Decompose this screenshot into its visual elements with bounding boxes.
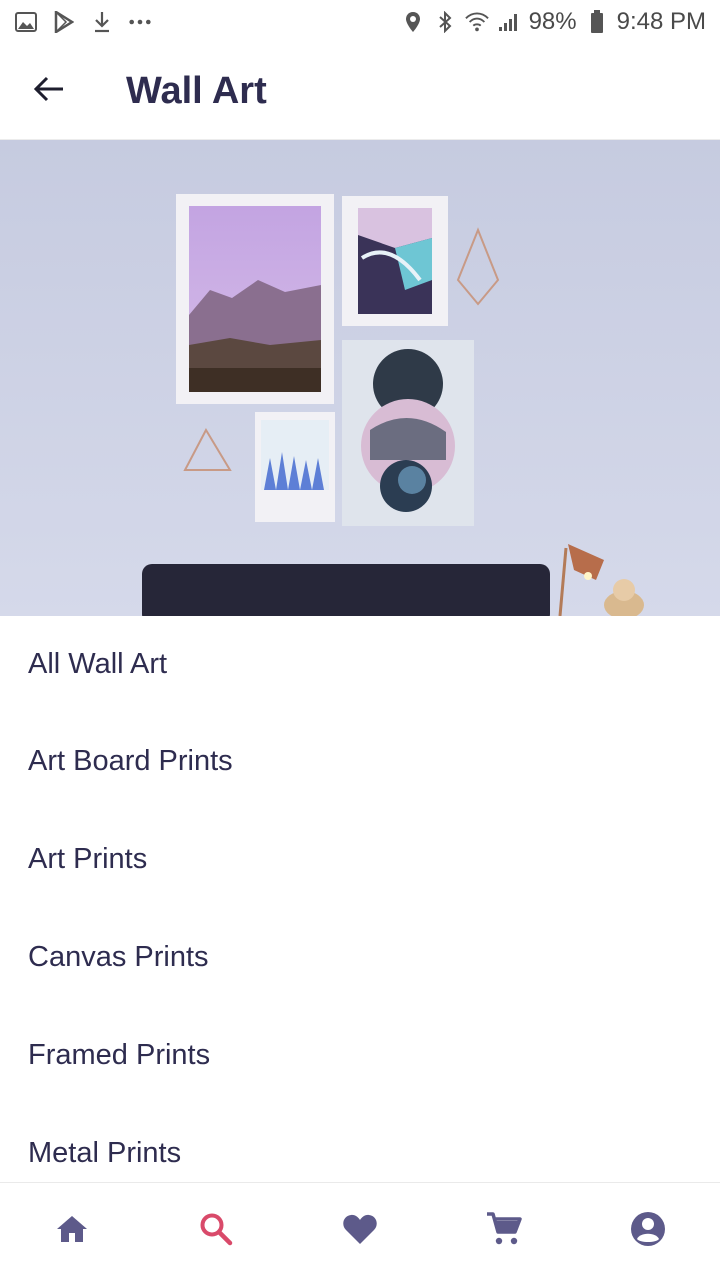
status-bar-left [14,10,152,34]
account-icon [630,1211,666,1252]
battery-percent: 98% [528,8,577,35]
category-list: All Wall Art Art Board Prints Art Prints… [0,616,720,1202]
category-item-art-board-prints[interactable]: Art Board Prints [0,712,720,810]
page-title: Wall Art [126,70,267,112]
category-item-all-wall-art[interactable]: All Wall Art [0,616,720,712]
image-icon [14,10,38,34]
download-icon [90,10,114,34]
nav-home-button[interactable] [24,1184,120,1280]
category-item-canvas-prints[interactable]: Canvas Prints [0,908,720,1006]
search-icon [199,1212,233,1251]
more-dots-icon [128,10,152,34]
home-icon [55,1214,89,1249]
hero-image [0,140,720,616]
app-bar: Wall Art [0,44,720,140]
bluetooth-icon [433,10,457,34]
nav-search-button[interactable] [168,1184,264,1280]
nav-favorites-button[interactable] [312,1184,408,1280]
play-store-icon [52,10,76,34]
battery-icon [585,10,609,34]
bottom-nav [0,1182,720,1280]
status-bar: 98% 9:48 PM [0,0,720,44]
signal-icon [497,10,521,34]
heart-icon [342,1213,378,1250]
location-icon [401,10,425,34]
clock: 9:48 PM [616,8,706,35]
back-button[interactable] [0,44,98,140]
category-item-framed-prints[interactable]: Framed Prints [0,1006,720,1104]
arrow-left-icon [33,75,65,108]
wifi-icon [464,10,489,34]
nav-account-button[interactable] [600,1184,696,1280]
category-item-art-prints[interactable]: Art Prints [0,810,720,908]
nav-cart-button[interactable] [456,1184,552,1280]
cart-icon [486,1212,522,1251]
status-bar-right: 98% 9:48 PM [401,8,706,36]
